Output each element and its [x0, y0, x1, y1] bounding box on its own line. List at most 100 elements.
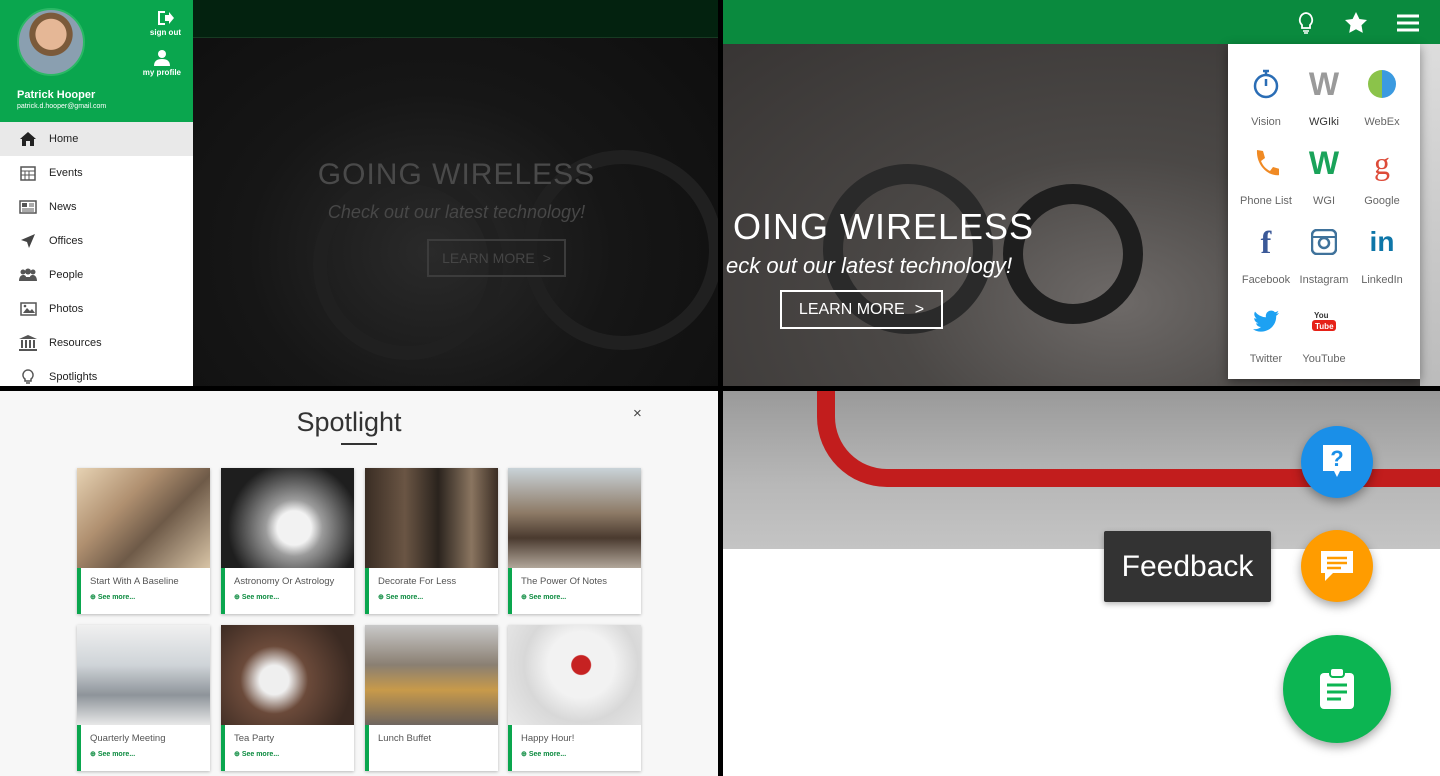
side-drawer: sign out my profile Patrick Hooper patri…: [0, 0, 193, 388]
app-label: Phone List: [1240, 195, 1292, 207]
app-twitter[interactable]: Twitter: [1237, 301, 1295, 365]
spotlight-card[interactable]: Decorate For Less ⊕ See more...: [365, 468, 498, 614]
app-label: Vision: [1251, 116, 1281, 128]
nav-item-events[interactable]: Events: [0, 156, 193, 190]
nav-item-people[interactable]: People: [0, 258, 193, 292]
nav-item-offices[interactable]: Offices: [0, 224, 193, 258]
app-wgiki[interactable]: W WGIki: [1295, 64, 1353, 129]
svg-text:You: You: [1314, 311, 1329, 320]
card-body: Decorate For Less ⊕ See more...: [365, 568, 498, 614]
card-image: [508, 625, 641, 725]
sign-out-button[interactable]: sign out: [150, 10, 181, 37]
see-more-link[interactable]: ⊕ See more...: [521, 593, 641, 601]
wiki-w-icon: W: [1308, 65, 1340, 102]
card-title: Quarterly Meeting: [90, 733, 166, 744]
avatar[interactable]: [17, 8, 85, 76]
app-phone-list[interactable]: Phone List: [1237, 143, 1295, 207]
nav-label: Resources: [49, 337, 102, 349]
card-title: Start With A Baseline: [90, 576, 179, 587]
card-body: Tea Party ⊕ See more...: [221, 725, 354, 771]
app-vision[interactable]: Vision: [1237, 64, 1295, 128]
learn-more-button[interactable]: LEARN MORE >: [427, 239, 566, 277]
apps-screen: OING WIRELESS eck out our latest technol…: [723, 0, 1440, 388]
dimmed-topbar: [193, 0, 720, 38]
nav-item-photos[interactable]: Photos: [0, 292, 193, 326]
nav-label: People: [49, 269, 84, 281]
card-image: [365, 625, 498, 725]
apps-dropdown: Vision W WGIki WebEx Phone List W WGI g …: [1228, 44, 1420, 379]
nav-item-spotlights[interactable]: Spotlights: [0, 360, 193, 388]
card-title: Lunch Buffet: [378, 733, 432, 744]
google-icon: g: [1374, 144, 1390, 181]
see-more-link[interactable]: ⊕ See more...: [378, 593, 498, 601]
feedback-tooltip: Feedback: [1104, 531, 1271, 602]
spotlight-card[interactable]: Astronomy Or Astrology ⊕ See more...: [221, 468, 354, 614]
app-youtube[interactable]: You Tube YouTube: [1295, 301, 1353, 365]
app-label: Instagram: [1299, 274, 1349, 286]
chevron-right-icon: >: [542, 250, 551, 266]
hero-subtitle: eck out our latest technology!: [726, 253, 1013, 278]
learn-more-button[interactable]: LEARN MORE >: [780, 290, 943, 329]
see-more-link[interactable]: ⊕ See more...: [521, 750, 641, 758]
card-image: [221, 468, 354, 568]
app-label: WGI: [1313, 195, 1335, 207]
spotlight-card[interactable]: Tea Party ⊕ See more...: [221, 625, 354, 771]
chat-bubble-icon: [1321, 551, 1353, 581]
background-image-edge: [1420, 44, 1440, 388]
spotlight-card[interactable]: Lunch Buffet: [365, 625, 498, 771]
hero-background-dimmed: [193, 0, 720, 388]
see-more-link[interactable]: ⊕ See more...: [234, 593, 354, 601]
star-icon[interactable]: [1343, 10, 1369, 36]
app-instagram[interactable]: Instagram: [1295, 222, 1353, 286]
facebook-icon: f: [1260, 223, 1272, 260]
card-title: Happy Hour!: [521, 733, 575, 744]
sign-out-label: sign out: [149, 28, 181, 37]
card-title: Tea Party: [234, 733, 275, 744]
sign-out-icon: [158, 11, 175, 25]
calendar-icon: [19, 164, 37, 182]
lightbulb-icon: [19, 368, 37, 386]
app-linkedin[interactable]: in LinkedIn: [1353, 222, 1411, 286]
app-wgi[interactable]: W WGI: [1295, 143, 1353, 208]
card-body: Quarterly Meeting ⊕ See more...: [77, 725, 210, 771]
help-fab[interactable]: ?: [1301, 426, 1373, 498]
see-more-link[interactable]: ⊕ See more...: [90, 750, 210, 758]
card-body: Start With A Baseline ⊕ See more...: [77, 568, 210, 614]
close-icon[interactable]: ×: [633, 405, 642, 422]
hamburger-menu-icon[interactable]: [1395, 10, 1421, 36]
stopwatch-icon: [1237, 64, 1295, 104]
spotlight-card[interactable]: Start With A Baseline ⊕ See more...: [77, 468, 210, 614]
panel-divider: [0, 386, 1440, 391]
spotlight-card[interactable]: The Power Of Notes ⊕ See more...: [508, 468, 641, 614]
see-more-link[interactable]: ⊕ See more...: [90, 593, 210, 601]
spotlight-card[interactable]: Quarterly Meeting ⊕ See more...: [77, 625, 210, 771]
top-bar: [723, 0, 1440, 44]
main-fab[interactable]: [1283, 635, 1391, 743]
nav-item-home[interactable]: Home: [0, 122, 193, 156]
twitter-icon: [1237, 301, 1295, 341]
linkedin-icon: in: [1369, 226, 1395, 257]
card-body: Happy Hour! ⊕ See more...: [508, 725, 641, 771]
nav-item-news[interactable]: News: [0, 190, 193, 224]
spotlight-screen: Spotlight × Start With A Baseline ⊕ See …: [0, 391, 718, 776]
card-title: Decorate For Less: [378, 576, 457, 587]
card-body: The Power Of Notes ⊕ See more...: [508, 568, 641, 614]
title-underline: [341, 443, 377, 445]
feedback-fab[interactable]: [1301, 530, 1373, 602]
app-google[interactable]: g Google: [1353, 143, 1411, 208]
app-label: Twitter: [1249, 353, 1283, 365]
nav-label: Events: [49, 167, 83, 179]
app-facebook[interactable]: f Facebook: [1237, 222, 1295, 287]
nav-item-resources[interactable]: Resources: [0, 326, 193, 360]
lightbulb-icon[interactable]: [1293, 10, 1319, 36]
hero-title: GOING WIRELESS: [317, 158, 596, 191]
app-webex[interactable]: WebEx: [1353, 64, 1411, 128]
see-more-link[interactable]: ⊕ See more...: [234, 750, 354, 758]
spotlight-card[interactable]: Happy Hour! ⊕ See more...: [508, 625, 641, 771]
learn-more-label: LEARN MORE: [442, 250, 535, 266]
my-profile-button[interactable]: my profile: [143, 50, 181, 77]
svg-text:?: ?: [1330, 446, 1343, 471]
card-body: Astronomy Or Astrology ⊕ See more...: [221, 568, 354, 614]
drawer-nav: Home Events News Offices People Photos R…: [0, 122, 193, 388]
bank-icon: [19, 334, 37, 352]
